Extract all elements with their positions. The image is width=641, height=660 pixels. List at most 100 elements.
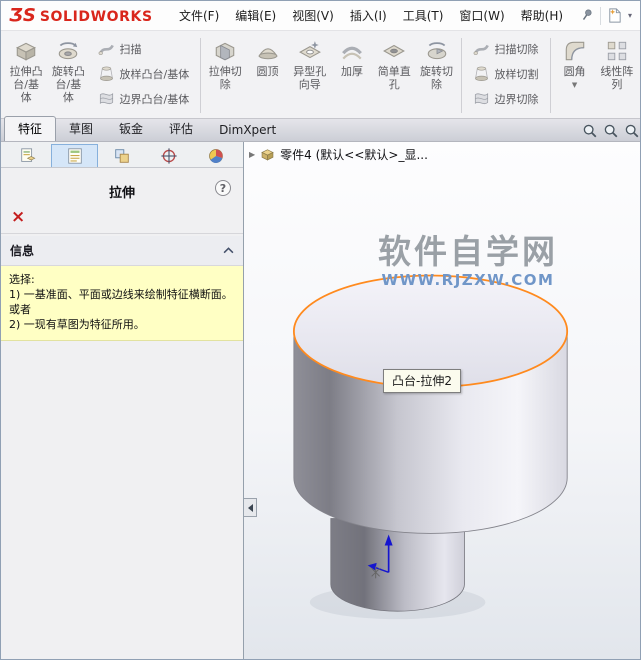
solidworks-wordmark: SOLIDWORKS (39, 8, 153, 25)
sweep-button[interactable]: 扫描 (93, 37, 195, 60)
solidworks-logo: ƷS SOLIDWORKS (9, 4, 171, 26)
tab-sketch[interactable]: 草图 (56, 117, 106, 141)
tab-display-manager[interactable] (193, 144, 240, 167)
revolve-cut-label: 旋转切除 (420, 65, 453, 91)
extrude-cut-icon (213, 39, 237, 63)
tab-evaluate[interactable]: 评估 (156, 117, 206, 141)
thicken-label: 加厚 (341, 65, 363, 78)
feature-title: 拉伸 (108, 186, 135, 201)
part-icon (260, 147, 275, 162)
3ds-logo-icon: ƷS (9, 4, 36, 26)
message-group-header[interactable]: 信息 (1, 236, 243, 266)
titlebar-separator (599, 6, 601, 25)
simple-hole-icon (382, 39, 406, 63)
sweep-cut-button[interactable]: 扫描切除 (468, 37, 544, 60)
extrude-cut-button[interactable]: 拉伸切除 (204, 35, 246, 95)
configuration-manager-icon (113, 147, 131, 165)
menu-insert[interactable]: 插入(I) (342, 2, 395, 29)
loft-cut-label: 放样切割 (494, 67, 539, 81)
pm-controls-row: × (1, 207, 243, 234)
hole-wizard-button[interactable]: 异型孔向导 (289, 35, 331, 95)
menu-bar: 文件(F) 编辑(E) 视图(V) 插入(I) 工具(T) 窗口(W) 帮助(H… (171, 2, 571, 29)
loft-boss-button[interactable]: 放样凸台/基体 (93, 62, 195, 85)
boundary-boss-button[interactable]: 边界凸台/基体 (93, 87, 195, 110)
tab-configuration-manager[interactable] (98, 144, 145, 167)
tab-sheet-metal[interactable]: 钣金 (106, 117, 156, 141)
collapse-chevron-icon (223, 247, 234, 254)
panel-collapse-handle[interactable] (244, 498, 257, 517)
simple-hole-label: 简单直孔 (377, 65, 411, 91)
sweep-cut-label: 扫描切除 (494, 42, 539, 56)
graphics-area[interactable]: ▶ 零件4 (默认<<默认>_显... 软件自学网 WWW.RJZXW.COM … (244, 142, 640, 659)
solidworks-window: ƷS SOLIDWORKS 文件(F) 编辑(E) 视图(V) 插入(I) 工具… (0, 0, 641, 660)
extrude-boss-button[interactable]: 拉伸凸台/基体 (5, 35, 47, 108)
property-manager-header: 拉伸 ? (1, 168, 243, 207)
revolve-cut-button[interactable]: 旋转切除 (415, 35, 457, 95)
ribbon-separator (460, 38, 462, 113)
display-manager-icon (207, 147, 225, 165)
feature-tree-icon (19, 147, 37, 165)
manager-tabs (1, 142, 243, 168)
menu-help[interactable]: 帮助(H) (513, 2, 571, 29)
loft-cut-icon (473, 65, 490, 82)
linear-pattern-button[interactable]: 线性阵列 (596, 35, 638, 95)
expand-arrow-icon[interactable]: ▶ (249, 150, 255, 159)
menu-file[interactable]: 文件(F) (171, 2, 227, 29)
extrude-boss-label: 拉伸凸台/基体 (9, 65, 43, 104)
boss-stack-group: 扫描 放样凸台/基体 边界凸台/基体 (90, 35, 198, 112)
property-manager-panel: 拉伸 ? × 信息 选择: 1) 一基准面、平面或边线来绘制特征横断面。 或者 … (1, 142, 244, 659)
feature-tooltip: 凸台-拉伸2 (383, 369, 461, 393)
panel-empty-area (1, 341, 243, 659)
boundary-cut-label: 边界切除 (494, 92, 539, 106)
collapse-arrow-icon (247, 503, 253, 512)
cancel-button[interactable]: × (11, 207, 25, 227)
dimxpert-manager-icon (160, 147, 178, 165)
revolve-boss-button[interactable]: 旋转凸台/基体 (47, 35, 89, 108)
dome-icon (256, 39, 280, 63)
tab-dimxpert-manager[interactable] (146, 144, 193, 167)
boundary-cut-icon (473, 90, 490, 107)
revolve-boss-label: 旋转凸台/基体 (51, 65, 85, 104)
linear-pattern-label: 线性阵列 (600, 65, 634, 91)
part-name: 零件4 (默认<<默认>_显... (280, 148, 428, 162)
titlebar-right: ▾ (577, 5, 632, 26)
fillet-button[interactable]: 圆角 ▼ (553, 35, 595, 96)
flyout-feature-tree[interactable]: ▶ 零件4 (默认<<默认>_显... (249, 146, 428, 163)
thicken-icon (340, 39, 364, 63)
main-content: 拉伸 ? × 信息 选择: 1) 一基准面、平面或边线来绘制特征横断面。 或者 … (1, 142, 640, 659)
menu-edit[interactable]: 编辑(E) (227, 2, 284, 29)
help-button[interactable]: ? (215, 180, 231, 196)
menu-window[interactable]: 窗口(W) (451, 2, 512, 29)
tab-property-manager[interactable] (51, 144, 99, 167)
extrude-boss-icon (14, 39, 38, 63)
model-scene[interactable] (244, 142, 640, 659)
revolve-boss-icon (56, 39, 80, 63)
tab-dimxpert[interactable]: DimXpert (206, 120, 289, 141)
features-ribbon: 拉伸凸台/基体 旋转凸台/基体 扫描 放样凸台/基体 边界凸台/基体 拉伸切除 (1, 31, 640, 119)
fillet-dropdown-icon[interactable]: ▼ (572, 79, 577, 92)
simple-hole-button[interactable]: 简单直孔 (373, 35, 415, 95)
zoom-tool-icon[interactable] (624, 123, 640, 139)
dome-label: 圆顶 (256, 65, 279, 78)
tab-featuremanager-tree[interactable] (4, 144, 51, 167)
cut-stack-group: 扫描切除 放样切割 边界切除 (465, 35, 547, 112)
message-header-label: 信息 (10, 244, 35, 258)
command-tab-bar: 特征 草图 钣金 评估 DimXpert (1, 116, 640, 142)
pin-menu-icon[interactable] (577, 5, 598, 26)
new-document-dropdown-icon[interactable]: ▾ (628, 11, 632, 20)
tab-features[interactable]: 特征 (4, 116, 57, 141)
loft-cut-button[interactable]: 放样切割 (468, 62, 544, 85)
new-document-icon[interactable] (606, 7, 623, 24)
view-tools (582, 121, 640, 141)
zoom-fit-icon[interactable] (603, 123, 619, 139)
sweep-icon (98, 40, 115, 57)
menu-tools[interactable]: 工具(T) (395, 2, 452, 29)
hole-wizard-label: 异型孔向导 (293, 65, 327, 91)
sweep-cut-icon (473, 40, 490, 57)
property-manager-icon (66, 147, 84, 165)
dome-button[interactable]: 圆顶 (246, 35, 288, 82)
menu-view[interactable]: 视图(V) (284, 2, 342, 29)
thicken-button[interactable]: 加厚 (331, 35, 373, 82)
boundary-cut-button[interactable]: 边界切除 (468, 87, 544, 110)
zoom-area-icon[interactable] (582, 123, 598, 139)
